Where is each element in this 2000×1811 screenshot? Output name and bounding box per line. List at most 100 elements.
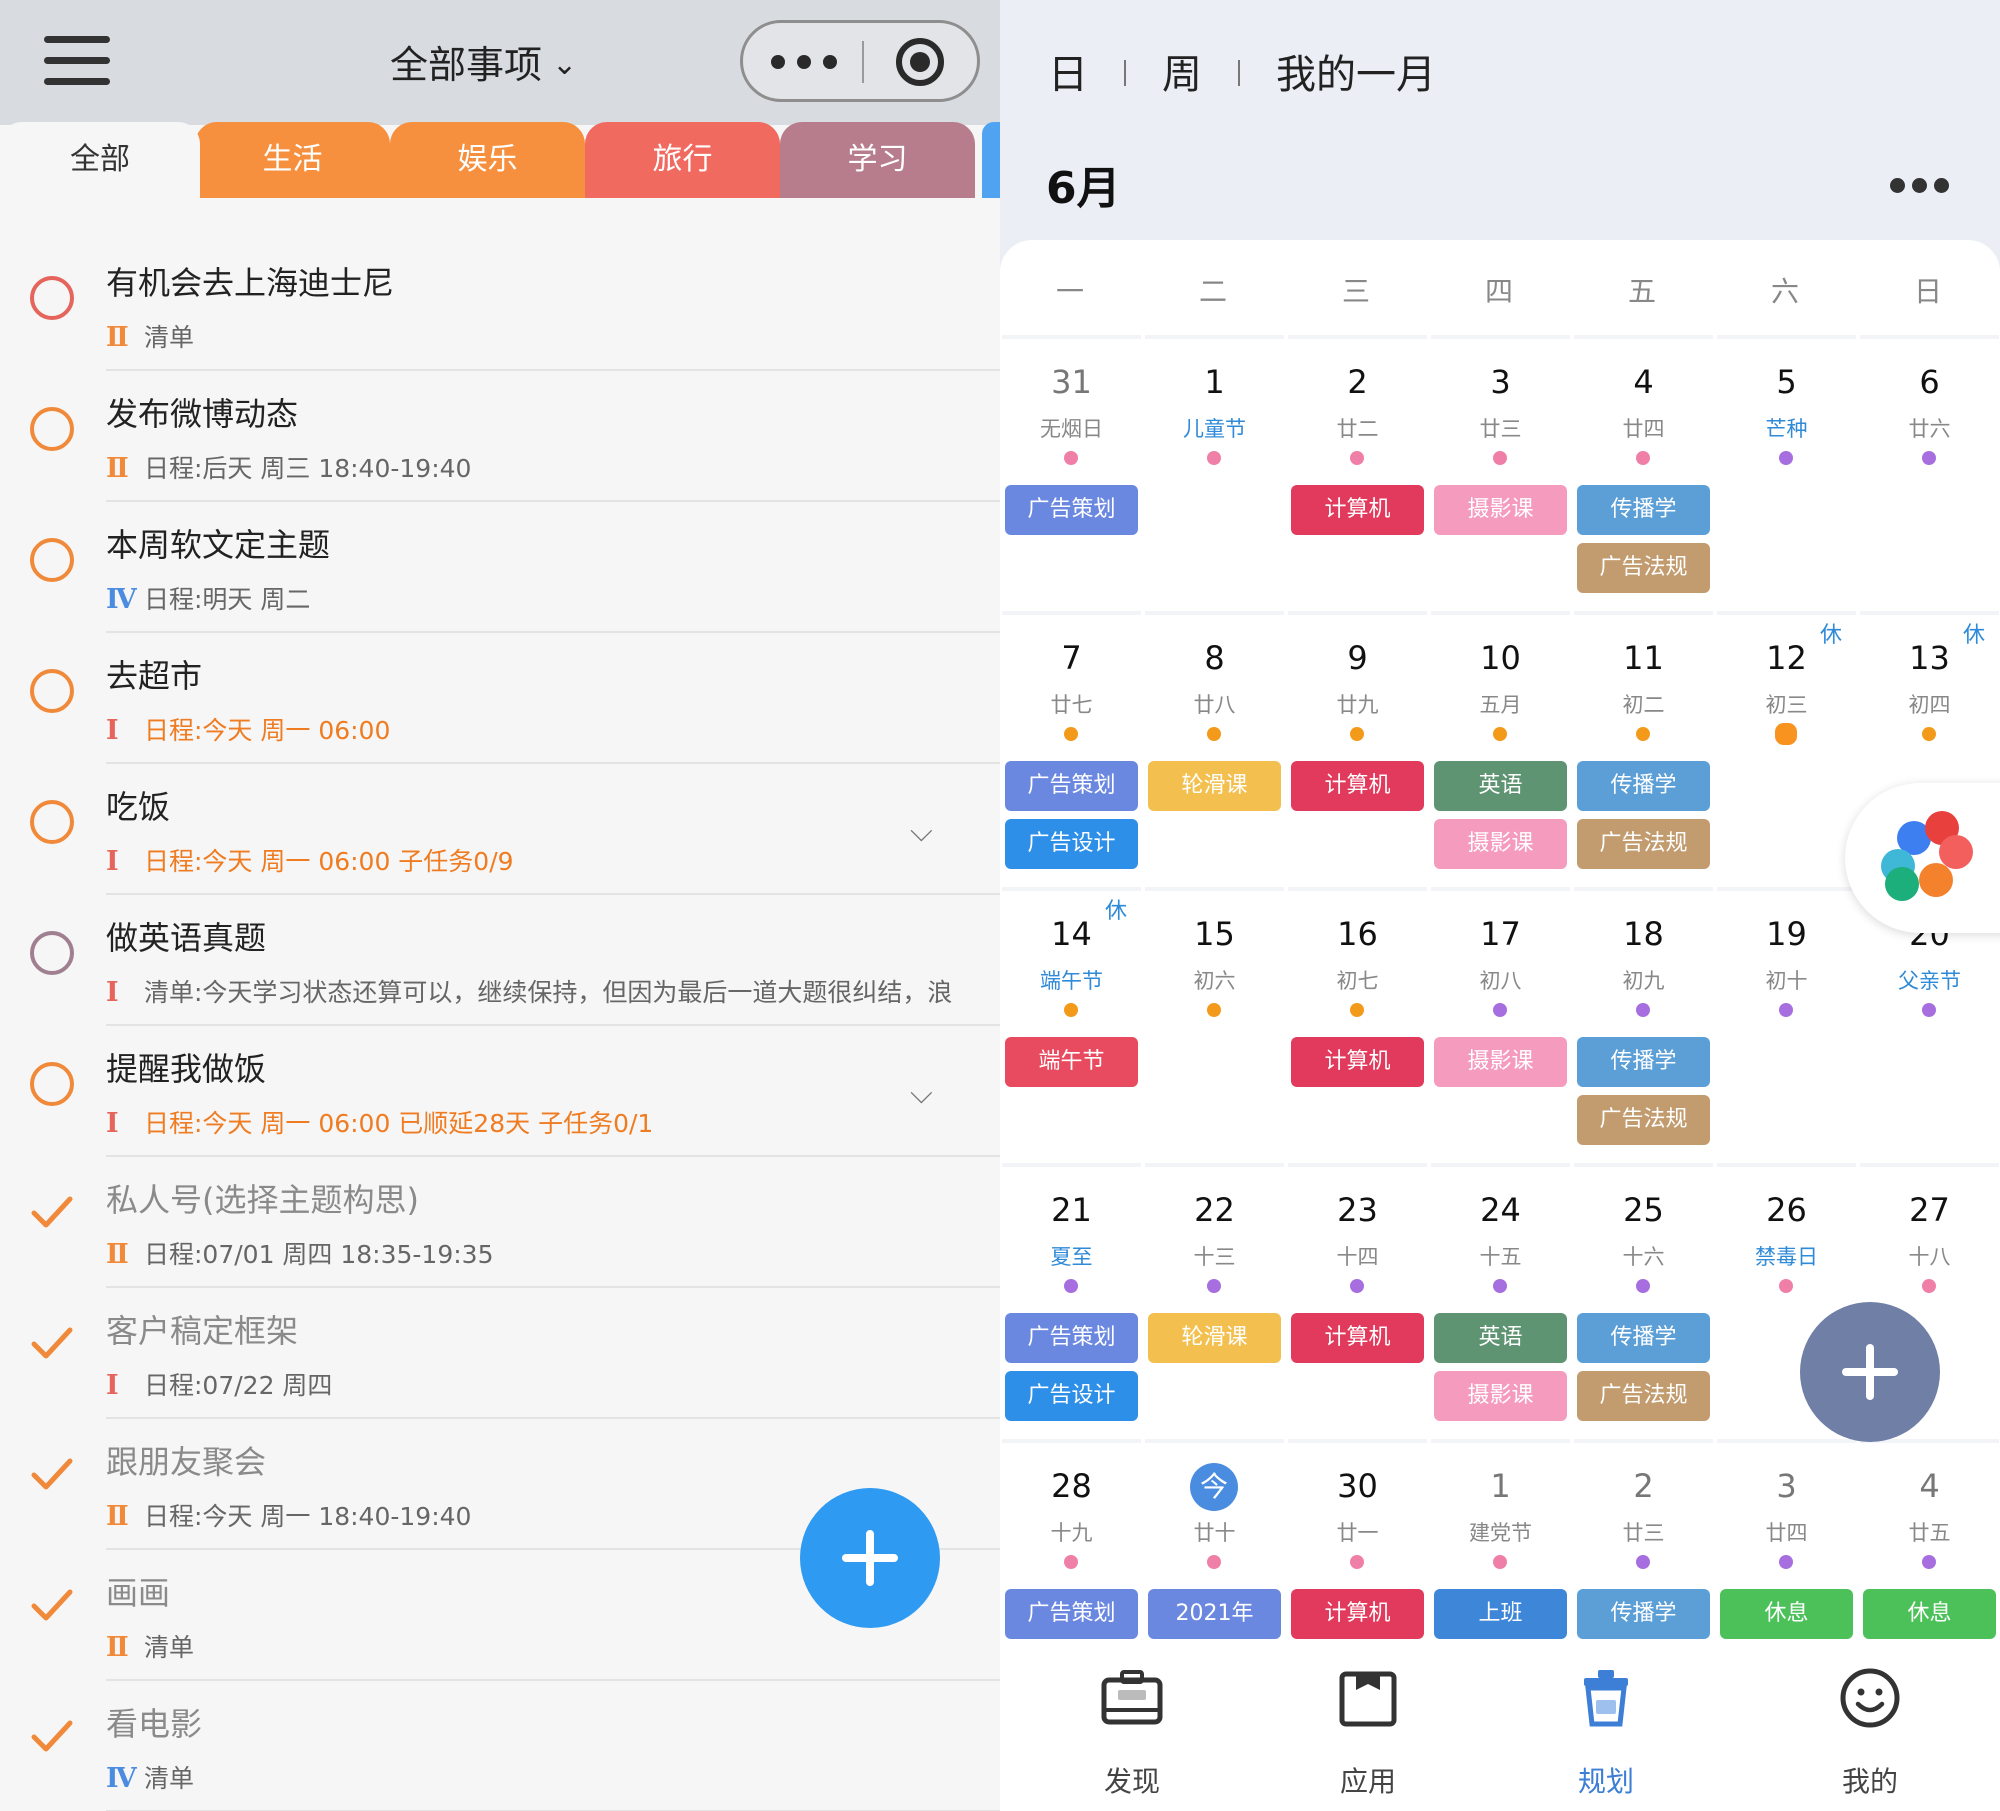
event-tag[interactable]: 摄影课 (1434, 1371, 1567, 1421)
checkmark-icon[interactable] (30, 1322, 74, 1366)
calendar-day[interactable]: 9 廿九 计算机 (1288, 611, 1427, 883)
checkbox-circle-icon[interactable] (30, 276, 74, 320)
task-row[interactable]: 看电影 Ⅳ 清单 (0, 1681, 1000, 1811)
checkbox-circle-icon[interactable] (30, 669, 74, 713)
calendar-day[interactable]: 18 初九 传播学 广告法规 (1574, 887, 1713, 1159)
calendar-day[interactable]: 6 廿六 (1860, 335, 1999, 607)
event-tag[interactable]: 上班 (1434, 1589, 1567, 1639)
calendar-day[interactable]: 25 十六 传播学 广告法规 (1574, 1163, 1713, 1435)
more-dots-icon[interactable] (771, 47, 841, 77)
checkbox-circle-icon[interactable] (30, 931, 74, 975)
task-row[interactable]: 去超市 Ⅰ 日程:今天 周一 06:00 (0, 633, 1000, 764)
event-tag[interactable]: 摄影课 (1434, 485, 1567, 535)
calendar-day[interactable]: 22 十三 轮滑课 (1145, 1163, 1284, 1435)
task-row[interactable]: 私人号(选择主题构思) Ⅱ 日程:07/01 周四 18:35-19:35 (0, 1157, 1000, 1288)
task-row[interactable]: 本周软文定主题 Ⅳ 日程:明天 周二 (0, 502, 1000, 633)
nav-item-2[interactable]: 规划 (1526, 1666, 1686, 1806)
event-tag[interactable]: 广告策划 (1005, 761, 1138, 811)
event-tag[interactable]: 计算机 (1291, 1037, 1424, 1087)
calendar-day[interactable]: 3 廿三 摄影课 (1431, 335, 1570, 607)
tab-3[interactable]: 旅行 (585, 122, 780, 198)
task-row[interactable]: 做英语真题 Ⅰ 清单:今天学习状态还算可以，继续保持，但因为最后一道大题很纠结，浪 (0, 895, 1000, 1026)
event-tag[interactable]: 传播学 (1577, 1313, 1710, 1363)
checkmark-icon[interactable] (30, 1453, 74, 1497)
task-row[interactable]: 发布微博动态 Ⅱ 日程:后天 周三 18:40-19:40 (0, 371, 1000, 502)
event-tag[interactable]: 计算机 (1291, 1589, 1424, 1639)
tab-1[interactable]: 生活 (195, 122, 390, 198)
chevron-down-icon[interactable]: ⌵ (910, 1076, 933, 1111)
calendar-day[interactable]: 4 廿四 传播学 广告法规 (1574, 335, 1713, 607)
event-tag[interactable]: 广告策划 (1005, 485, 1138, 535)
event-tag[interactable]: 广告法规 (1577, 819, 1710, 869)
hamburger-menu-icon[interactable] (44, 36, 110, 86)
chevron-down-icon[interactable]: ⌵ (910, 814, 933, 849)
tab-4[interactable]: 学习 (780, 122, 975, 198)
event-tag[interactable]: 计算机 (1291, 761, 1424, 811)
event-tag[interactable]: 轮滑课 (1148, 1313, 1281, 1363)
event-tag[interactable]: 计算机 (1291, 485, 1424, 535)
tab-0[interactable]: 全部 (0, 122, 200, 198)
task-row[interactable]: 有机会去上海迪士尼 Ⅱ 清单 (0, 240, 1000, 371)
calendar-day[interactable]: 1 儿童节 (1145, 335, 1284, 607)
calendar-day[interactable]: 2 廿二 计算机 (1288, 335, 1427, 607)
task-row[interactable]: 吃饭 Ⅰ 日程:今天 周一 06:00 子任务0/9 ⌵ (0, 764, 1000, 895)
tab-2[interactable]: 娱乐 (390, 122, 585, 198)
add-task-button[interactable] (800, 1488, 940, 1628)
filter-dropdown[interactable]: 全部事项 ⌄ (390, 34, 577, 89)
close-target-icon[interactable] (896, 38, 944, 86)
nav-item-1[interactable]: 应用 (1288, 1666, 1448, 1806)
calendar-day[interactable]: 21 夏至 广告策划 广告设计 (1002, 1163, 1141, 1435)
event-tag[interactable]: 英语 (1434, 1313, 1567, 1363)
event-tag[interactable]: 广告法规 (1577, 1095, 1710, 1145)
event-tag[interactable]: 广告设计 (1005, 1371, 1138, 1421)
event-tag[interactable]: 计算机 (1291, 1313, 1424, 1363)
calendar-day[interactable]: 23 十四 计算机 (1288, 1163, 1427, 1435)
event-tag[interactable]: 端午节 (1005, 1037, 1138, 1087)
calendar-day[interactable]: 19 初十 (1717, 887, 1856, 1159)
calendar-day[interactable]: 24 十五 英语 摄影课 (1431, 1163, 1570, 1435)
event-tag[interactable]: 传播学 (1577, 485, 1710, 535)
checkbox-circle-icon[interactable] (30, 538, 74, 582)
event-tag[interactable]: 广告法规 (1577, 1371, 1710, 1421)
event-tag[interactable]: 传播学 (1577, 1037, 1710, 1087)
calendar-day[interactable]: 8 廿八 轮滑课 (1145, 611, 1284, 883)
calendar-day[interactable]: 31 无烟日 广告策划 (1002, 335, 1141, 607)
checkmark-icon[interactable] (30, 1715, 74, 1759)
view-option-1[interactable]: 周 (1162, 42, 1202, 100)
checkbox-circle-icon[interactable] (30, 800, 74, 844)
calendar-day[interactable]: 12 初三休 (1717, 611, 1856, 883)
calendar-day[interactable]: 7 廿七 广告策划 广告设计 (1002, 611, 1141, 883)
checkmark-icon[interactable] (30, 1191, 74, 1235)
event-tag[interactable]: 英语 (1434, 761, 1567, 811)
event-tag[interactable]: 轮滑课 (1148, 761, 1281, 811)
checkbox-circle-icon[interactable] (30, 1062, 74, 1106)
event-tag[interactable]: 摄影课 (1434, 1037, 1567, 1087)
calendar-day[interactable]: 11 初二 传播学 广告法规 (1574, 611, 1713, 883)
event-tag[interactable]: 传播学 (1577, 1589, 1710, 1639)
view-option-2[interactable]: 我的一月 (1276, 42, 1436, 100)
assistant-flower-button[interactable] (1845, 783, 2000, 933)
event-tag[interactable]: 休息 (1863, 1589, 1996, 1639)
nav-item-3[interactable]: 我的 (1790, 1666, 1950, 1806)
calendar-day[interactable]: 15 初六 (1145, 887, 1284, 1159)
event-tag[interactable]: 广告设计 (1005, 819, 1138, 869)
calendar-day[interactable]: 10 五月 英语 摄影课 (1431, 611, 1570, 883)
checkmark-icon[interactable] (30, 1584, 74, 1628)
view-option-0[interactable]: 日 (1048, 42, 1088, 100)
nav-item-0[interactable]: 发现 (1052, 1666, 1212, 1806)
add-event-button[interactable] (1800, 1302, 1940, 1442)
event-tag[interactable]: 广告法规 (1577, 543, 1710, 593)
calendar-day[interactable]: 17 初八 摄影课 (1431, 887, 1570, 1159)
calendar-day[interactable]: 14 端午节休端午节 (1002, 887, 1141, 1159)
task-row[interactable]: 提醒我做饭 Ⅰ 日程:今天 周一 06:00 已顺延28天 子任务0/1 ⌵ (0, 1026, 1000, 1157)
event-tag[interactable]: 2021年 (1148, 1589, 1281, 1639)
more-options-icon[interactable] (1890, 178, 1950, 198)
checkbox-circle-icon[interactable] (30, 407, 74, 451)
event-tag[interactable]: 休息 (1720, 1589, 1853, 1639)
event-tag[interactable]: 摄影课 (1434, 819, 1567, 869)
calendar-day[interactable]: 16 初七 计算机 (1288, 887, 1427, 1159)
task-row[interactable]: 客户稿定框架 Ⅰ 日程:07/22 周四 (0, 1288, 1000, 1419)
calendar-day[interactable]: 5 芒种 (1717, 335, 1856, 607)
event-tag[interactable]: 广告策划 (1005, 1589, 1138, 1639)
event-tag[interactable]: 广告策划 (1005, 1313, 1138, 1363)
